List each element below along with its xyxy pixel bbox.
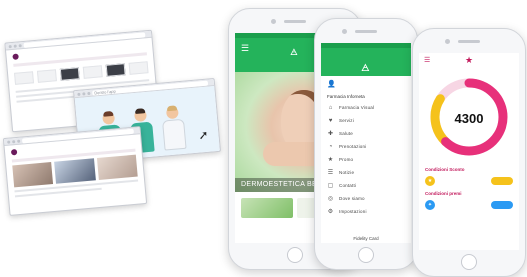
window-controls[interactable] (8, 44, 22, 49)
camera (342, 29, 347, 34)
menu-item-icon: ▢ (327, 183, 334, 189)
drawer-menu-item[interactable]: ◔ Prenotazioni (321, 140, 411, 153)
drawer-menu-item[interactable]: ◎ Dove siamo (321, 192, 411, 205)
drawer-menu-item[interactable]: ✚ Salute (321, 127, 411, 140)
menu-item-icon: ★ (327, 157, 334, 163)
phone-mockup-menu: 🜁 👤 Farmacia Inforneta ⌂ Farmacia Visual ♥… (314, 18, 418, 270)
article-image[interactable] (12, 162, 54, 188)
menu-item-label: Dove siamo (339, 196, 365, 201)
home-button[interactable] (461, 254, 477, 270)
star-icon: ★ (465, 55, 474, 65)
menu-item-label: Promo (339, 157, 354, 162)
speaker (284, 20, 306, 23)
menu-item-icon: ◔ (328, 143, 333, 150)
article-image[interactable] (96, 154, 138, 180)
drawer-menu-item[interactable]: ▢ Contatti (321, 179, 411, 192)
product-thumb[interactable] (14, 71, 35, 85)
menu-item-label: Farmacia Visual (339, 105, 375, 110)
menu-item-label: Salute (339, 131, 353, 136)
drawer-menu-item[interactable]: ⌂ Farmacia Visual (321, 101, 411, 114)
phone-screen: 🜁 👤 Farmacia Inforneta ⌂ Farmacia Visual ♥… (321, 43, 411, 243)
product-thumb[interactable] (59, 67, 80, 81)
home-button[interactable] (287, 247, 303, 263)
camera (445, 39, 450, 44)
drawer-footer-link[interactable]: Fidelity Card (321, 236, 411, 241)
speaker (355, 30, 377, 33)
menu-item-icon: ⌂ (328, 104, 333, 111)
section-title: Condizioni premi (425, 191, 462, 196)
user-icon: 👤 (327, 81, 336, 88)
menu-item-icon: ✚ (327, 131, 334, 137)
drawer-menu-item[interactable]: ★ Promo (321, 153, 411, 166)
speaker (458, 40, 480, 43)
product-thumb[interactable] (36, 69, 57, 83)
window-controls[interactable] (7, 139, 21, 144)
product-thumb[interactable] (128, 61, 149, 75)
app-topbar: ☰ ★ (419, 53, 519, 69)
app-logo-icon: 🜁 (290, 47, 298, 57)
app-logo-icon: 🜁 (361, 63, 370, 74)
points-ring: 4300 (419, 69, 519, 165)
drawer-header: 🜁 (321, 48, 411, 76)
drawer-menu-item[interactable]: ⚙ Impostazioni (321, 205, 411, 218)
camera (271, 19, 276, 24)
logo-icon (10, 148, 18, 156)
menu-item-label: Notizie (339, 170, 355, 175)
menu-item-icon: ◎ (327, 196, 334, 202)
drawer-menu-item[interactable]: ☰ Notizie (321, 166, 411, 179)
reward-row: ✦ (419, 197, 519, 213)
menu-item-icon: ⚙ (327, 209, 334, 215)
article-image[interactable] (54, 158, 96, 184)
cursor-icon: ➚ (197, 127, 210, 143)
menu-item-label: Impostazioni (339, 209, 367, 214)
product-thumb[interactable] (105, 63, 126, 77)
doctor-figure (160, 105, 188, 152)
user-row[interactable]: 👤 (321, 76, 411, 92)
reward-button[interactable] (491, 201, 513, 209)
phone-screen: ☰ ★ 4300 Condizioni Sconto ★ Condizioni … (419, 53, 519, 250)
menu-item-icon: ♥ (328, 117, 333, 124)
phone-mockup-fidelity: ☰ ★ 4300 Condizioni Sconto ★ Condizioni … (412, 28, 526, 277)
drawer-menu: ⌂ Farmacia Visual ♥ Servizi ✚ Salute ◔ Prenotaz… (321, 101, 411, 218)
menu-item-label: Prenotazioni (339, 144, 367, 149)
category-thumb[interactable] (241, 198, 293, 218)
home-button[interactable] (358, 247, 374, 263)
menu-item-label: Servizi (339, 118, 354, 123)
drawer-menu-item[interactable]: ♥ Servizi (321, 114, 411, 127)
browser-window-blog (2, 126, 148, 216)
product-thumb[interactable] (82, 65, 103, 79)
coin-icon: ★ (425, 176, 435, 186)
reward-button[interactable] (491, 177, 513, 185)
drawer-section-title: Farmacia Inforneta (327, 94, 365, 99)
menu-item-icon: ☰ (327, 170, 334, 176)
gift-icon: ✦ (425, 200, 435, 210)
window-controls[interactable] (77, 91, 91, 96)
menu-item-label: Contatti (339, 183, 357, 188)
points-value: 4300 (454, 111, 484, 126)
reward-row: ★ (419, 173, 519, 189)
hamburger-menu-icon[interactable]: ☰ (424, 56, 430, 64)
section-title: Condizioni Sconto (425, 167, 465, 172)
logo-icon (12, 53, 19, 60)
hamburger-menu-icon[interactable]: ☰ (241, 44, 249, 53)
